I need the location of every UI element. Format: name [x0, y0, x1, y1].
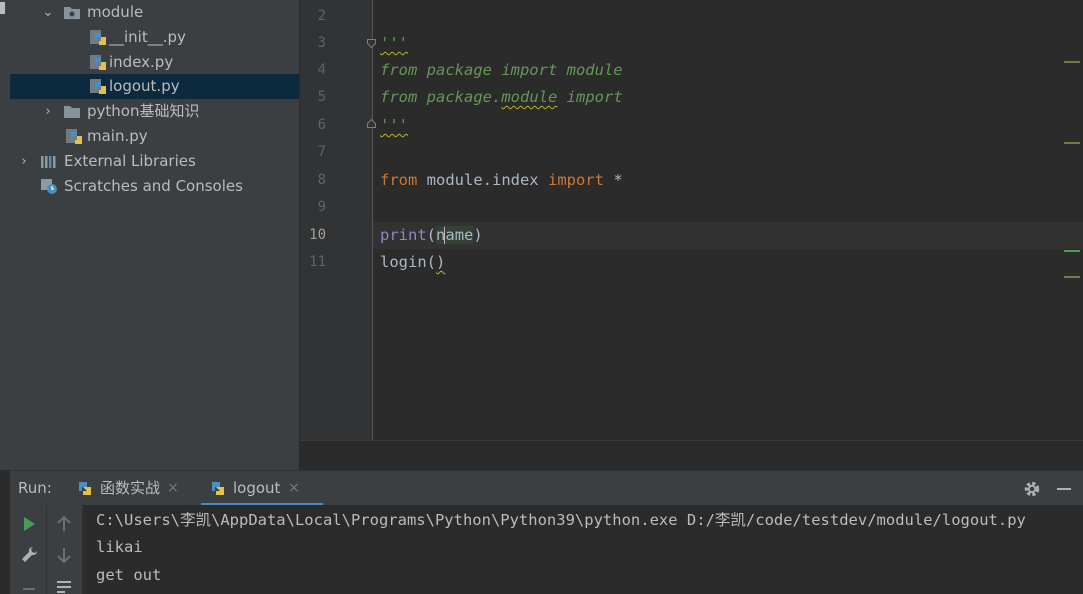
code-line-3: ''' [380, 30, 408, 57]
chevron-right-icon[interactable]: › [17, 149, 31, 174]
scratches-icon [41, 179, 57, 194]
close-icon[interactable]: × [288, 471, 300, 506]
close-icon[interactable]: × [167, 471, 179, 506]
docstring: module [501, 88, 558, 106]
tree-item-external-libraries[interactable]: › External Libraries [10, 149, 299, 174]
tree-item-logout-py[interactable]: logout.py [10, 74, 299, 99]
docstring: ''' [380, 34, 408, 52]
python-file-icon [90, 79, 106, 94]
docstring: from package. [380, 88, 502, 106]
run-tool-window-header: Run: 函数实战 × logout × [10, 470, 1083, 506]
tree-item-label: python基础知识 [87, 102, 200, 120]
python-file-icon [66, 129, 82, 144]
run-title: Run: [18, 479, 52, 497]
paren: ( [426, 226, 437, 244]
keyword: from [380, 171, 418, 189]
line-number-current: 10 [309, 227, 326, 243]
line-gutter: 2 3 4 5 6 7 8 9 10 11 [300, 0, 373, 440]
tree-item-module[interactable]: ⌄ module [10, 0, 299, 25]
keyword: import [547, 171, 604, 189]
run-tab-label: 函数实战 [100, 479, 161, 497]
function-call: login( [380, 253, 436, 271]
paren: ) [473, 226, 483, 244]
python-file-icon [90, 55, 106, 70]
gear-icon[interactable] [1022, 479, 1042, 499]
docstring: from package import module [380, 61, 623, 79]
console-line: likai [96, 538, 143, 556]
docstring: import [557, 88, 623, 106]
python-icon [212, 482, 224, 495]
code-line-6: ''' [380, 112, 408, 139]
docstring: ''' [380, 116, 408, 134]
tree-item-label: module [87, 3, 144, 21]
toolbar-divider [46, 505, 47, 594]
wrench-icon[interactable] [19, 545, 39, 565]
line-number: 4 [317, 62, 326, 78]
run-tab-label: logout [233, 479, 281, 497]
warning-stripe-mark[interactable] [1064, 142, 1080, 144]
stop-icon[interactable] [19, 581, 39, 594]
warning-stripe-mark[interactable] [1064, 61, 1080, 63]
line-number: 8 [317, 172, 326, 188]
tree-item-label: index.py [109, 53, 174, 71]
minimize-icon[interactable] [1054, 479, 1074, 499]
chevron-down-icon[interactable]: ⌄ [41, 0, 55, 25]
ide-window: ⌄ module __init__.py index.py logout.py … [0, 0, 1083, 594]
project-tool-button[interactable] [0, 2, 5, 14]
editor-footer [300, 440, 1083, 471]
tree-item-label: logout.py [109, 77, 180, 95]
chevron-right-icon[interactable]: › [41, 99, 55, 124]
code-line-4: from package import module [380, 57, 623, 84]
run-console[interactable]: C:\Users\李凯\AppData\Local\Programs\Pytho… [83, 505, 1083, 594]
line-number: 9 [317, 199, 326, 215]
builtin-function: print [380, 226, 427, 244]
libraries-icon [41, 156, 56, 168]
line-number: 2 [317, 8, 326, 24]
code-line-5: from package.module import [380, 84, 623, 111]
change-stripe-mark[interactable] [1064, 250, 1080, 252]
console-line: get out [96, 566, 162, 584]
identifier: ame [445, 226, 474, 244]
tree-item-label: Scratches and Consoles [64, 177, 243, 195]
tree-item-index-py[interactable]: index.py [10, 50, 299, 75]
line-number: 5 [317, 89, 326, 105]
identifier: * [603, 171, 623, 189]
arrow-up-icon[interactable] [54, 514, 74, 534]
console-line: C:\Users\李凯\AppData\Local\Programs\Pytho… [96, 511, 1026, 529]
tree-item-main-py[interactable]: main.py [10, 124, 299, 149]
code-line-11: login() [380, 249, 445, 276]
python-file-icon [90, 30, 106, 45]
soft-wrap-icon[interactable] [54, 577, 74, 594]
folder-dot-icon [64, 7, 80, 19]
tree-item-python-basics[interactable]: › python基础知识 [10, 99, 299, 124]
identifier: module.index [417, 171, 548, 189]
line-number: 7 [317, 144, 326, 160]
fold-start-icon[interactable] [367, 39, 376, 48]
folder-icon [64, 106, 80, 118]
warning-stripe-mark[interactable] [1064, 276, 1080, 278]
project-tree: ⌄ module __init__.py index.py logout.py … [10, 0, 299, 470]
tree-item-label: __init__.py [109, 28, 186, 46]
fold-end-icon[interactable] [367, 119, 376, 128]
code-editor[interactable]: 2 3 4 5 6 7 8 9 10 11 ''' from package i… [300, 0, 1083, 440]
code-line-10: print(name) [380, 222, 483, 249]
line-number: 11 [309, 254, 326, 270]
arrow-down-icon[interactable] [54, 545, 74, 565]
play-icon[interactable] [19, 514, 39, 534]
code-line-8: from module.index import * [380, 167, 623, 194]
paren: ) [436, 253, 446, 271]
python-icon [79, 482, 91, 495]
tree-item-init-py[interactable]: __init__.py [10, 25, 299, 50]
line-number: 3 [317, 35, 326, 51]
line-number: 6 [317, 117, 326, 133]
tree-item-label: main.py [87, 127, 148, 145]
tree-item-label: External Libraries [64, 152, 196, 170]
tree-item-scratches[interactable]: Scratches and Consoles [10, 174, 299, 199]
